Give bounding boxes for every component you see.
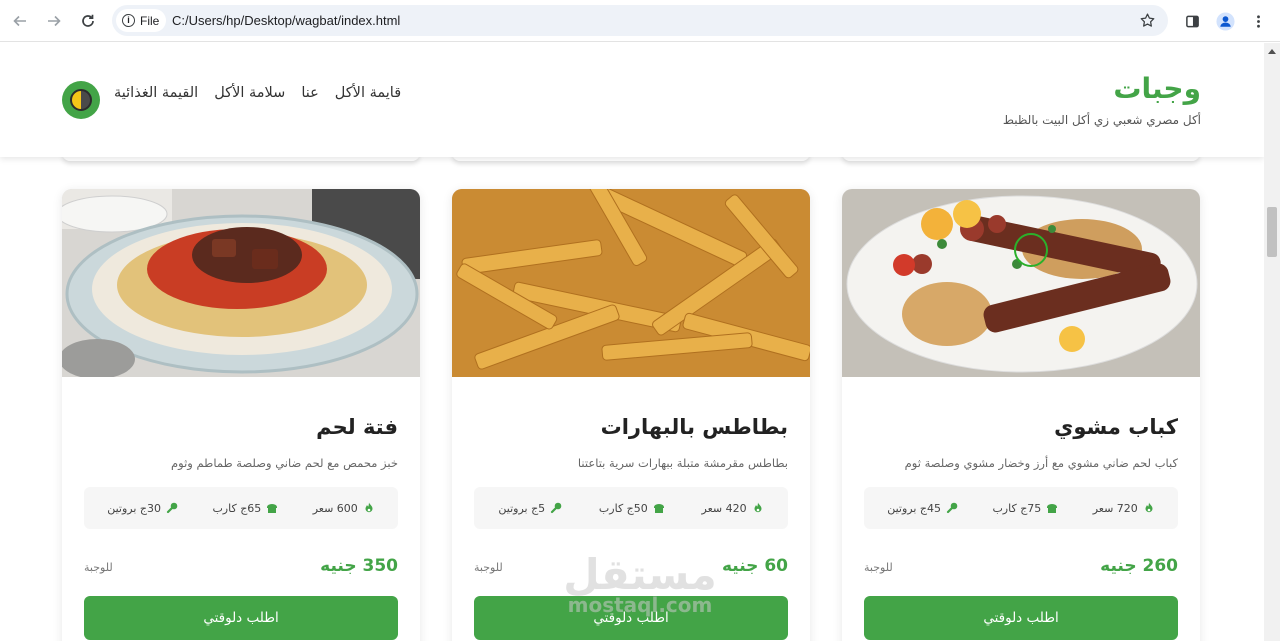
arrow-left-icon xyxy=(13,15,26,27)
theme-toggle-icon xyxy=(70,89,92,111)
avatar-icon xyxy=(1215,11,1235,31)
stat-carbs-value: 65ج كارب xyxy=(212,501,262,515)
stat-calories-value: 420 سعر xyxy=(701,501,747,515)
stat-calories-value: 600 سعر xyxy=(312,501,358,515)
url-text[interactable]: C:/Users/hp/Desktop/wagbat/index.html xyxy=(172,13,400,28)
nav-link-nutrition[interactable]: القيمة الغذائية xyxy=(114,85,198,101)
drumstick-icon xyxy=(551,502,562,514)
stat-carbs: 50ج كارب xyxy=(599,502,665,515)
stat-calories: 420 سعر xyxy=(702,502,764,515)
meal-image-fatta xyxy=(62,189,420,377)
price-unit: للوجبة xyxy=(84,561,113,574)
stat-protein-value: 45ج بروتين xyxy=(887,501,942,515)
meal-title: بطاطس بالبهارات xyxy=(600,415,788,439)
meal-price: 60 جنيه xyxy=(721,556,788,576)
nutrition-stats: 600 سعر 65ج كارب 30ج بروتين xyxy=(84,487,398,529)
brand-tagline: أكل مصري شعبي زي أكل البيت بالظبط xyxy=(1002,113,1201,127)
scroll-up-arrow-icon[interactable] xyxy=(1268,49,1276,54)
meal-title: فتة لحم xyxy=(316,415,398,439)
meal-card-body: فتة لحم خبز محمص مع لحم ضاني وصلصة طماطم… xyxy=(84,377,398,640)
stat-protein: 30ج بروتين xyxy=(107,502,178,515)
side-panel-button[interactable] xyxy=(1182,11,1202,31)
stat-protein: 45ج بروتين xyxy=(887,502,958,515)
meal-description: بطاطس مقرمشة متبلة ببهارات سرية بتاعتنا xyxy=(577,456,788,470)
meal-price: 260 جنيه xyxy=(1100,556,1178,576)
main-nav: قايمة الأكل عنا سلامة الأكل القيمة الغذا… xyxy=(114,85,401,101)
stat-calories-value: 720 سعر xyxy=(1092,501,1138,515)
back-button[interactable] xyxy=(9,10,31,32)
price-row: 260 جنيه للوجبة xyxy=(864,556,1178,576)
nav-link-about[interactable]: عنا xyxy=(301,85,318,101)
stat-carbs-value: 50ج كارب xyxy=(598,501,648,515)
drumstick-icon xyxy=(946,502,958,514)
bread-icon xyxy=(653,504,664,513)
drumstick-icon xyxy=(166,502,178,514)
page-viewport: وجبات أكل مصري شعبي زي أكل البيت بالظبط … xyxy=(0,43,1264,641)
order-now-button[interactable]: اطلب دلوقتي xyxy=(474,596,788,640)
browser-toolbar: i File C:/Users/hp/Desktop/wagbat/index.… xyxy=(0,0,1280,42)
theme-toggle-button[interactable] xyxy=(62,81,100,119)
profile-button[interactable] xyxy=(1215,11,1235,31)
menu-button[interactable] xyxy=(1248,11,1268,31)
site-info-chip[interactable]: i File xyxy=(116,9,167,32)
order-now-button[interactable]: اطلب دلوقتي xyxy=(864,596,1178,640)
stat-protein: 5ج بروتين xyxy=(498,502,562,515)
order-now-button[interactable]: اطلب دلوقتي xyxy=(84,596,398,640)
scheme-label: File xyxy=(140,13,160,28)
fire-icon xyxy=(754,502,762,513)
brand: وجبات أكل مصري شعبي زي أكل البيت بالظبط xyxy=(1003,71,1201,127)
kebab-menu-icon xyxy=(1256,14,1260,28)
info-icon: i xyxy=(122,14,135,27)
stat-calories: 600 سعر xyxy=(313,502,375,515)
meal-card-body: بطاطس بالبهارات بطاطس مقرمشة متبلة ببهار… xyxy=(474,377,788,640)
address-bar[interactable]: i File C:/Users/hp/Desktop/wagbat/index.… xyxy=(112,5,1168,36)
price-row: 350 جنيه للوجبة xyxy=(84,556,398,576)
meal-card: فتة لحم خبز محمص مع لحم ضاني وصلصة طماطم… xyxy=(62,189,420,641)
meal-card-body: كباب مشوي كباب لحم ضاني مشوي مع أرز وخضا… xyxy=(864,377,1178,640)
vertical-scrollbar[interactable] xyxy=(1264,43,1280,641)
meal-title: كباب مشوي xyxy=(1054,415,1178,439)
stat-protein-value: 5ج بروتين xyxy=(498,501,546,515)
scrollbar-thumb[interactable] xyxy=(1267,207,1277,257)
nav-link-food-safety[interactable]: سلامة الأكل xyxy=(214,85,285,101)
price-unit: للوجبة xyxy=(864,561,893,574)
fire-icon xyxy=(365,502,373,513)
price-row: 60 جنيه للوجبة xyxy=(474,556,788,576)
side-panel-icon xyxy=(1185,15,1199,27)
nutrition-stats: 420 سعر 50ج كارب 5ج بروتين xyxy=(474,487,788,529)
meal-card: بطاطس بالبهارات بطاطس مقرمشة متبلة ببهار… xyxy=(452,189,810,641)
nav-link-menu[interactable]: قايمة الأكل xyxy=(335,85,401,101)
stat-carbs-value: 75ج كارب xyxy=(992,501,1042,515)
bookmark-star-icon[interactable] xyxy=(1139,12,1156,29)
reload-icon xyxy=(82,14,94,27)
nutrition-stats: 720 سعر 75ج كارب 45ج بروتين xyxy=(864,487,1178,529)
meal-description: كباب لحم ضاني مشوي مع أرز وخضار مشوي وصل… xyxy=(904,456,1178,470)
meal-description: خبز محمص مع لحم ضاني وصلصة طماطم وثوم xyxy=(171,456,398,470)
meal-price: 350 جنيه xyxy=(320,556,398,576)
brand-logo-text[interactable]: وجبات xyxy=(1003,71,1201,107)
stat-calories: 720 سعر xyxy=(1093,502,1155,515)
meal-image-kebab xyxy=(842,189,1200,377)
bread-icon xyxy=(1047,504,1058,513)
price-unit: للوجبة xyxy=(474,561,503,574)
fire-icon xyxy=(1145,502,1153,513)
arrow-right-icon xyxy=(48,15,61,27)
stat-protein-value: 30ج بروتين xyxy=(107,501,162,515)
site-header: وجبات أكل مصري شعبي زي أكل البيت بالظبط … xyxy=(0,43,1264,157)
forward-button[interactable] xyxy=(43,10,65,32)
meal-image-fries xyxy=(452,189,810,377)
meal-card: كباب مشوي كباب لحم ضاني مشوي مع أرز وخضا… xyxy=(842,189,1200,641)
stat-carbs: 75ج كارب xyxy=(992,502,1058,515)
stat-carbs: 65ج كارب xyxy=(212,502,278,515)
bread-icon xyxy=(267,504,278,513)
reload-button[interactable] xyxy=(77,10,99,32)
